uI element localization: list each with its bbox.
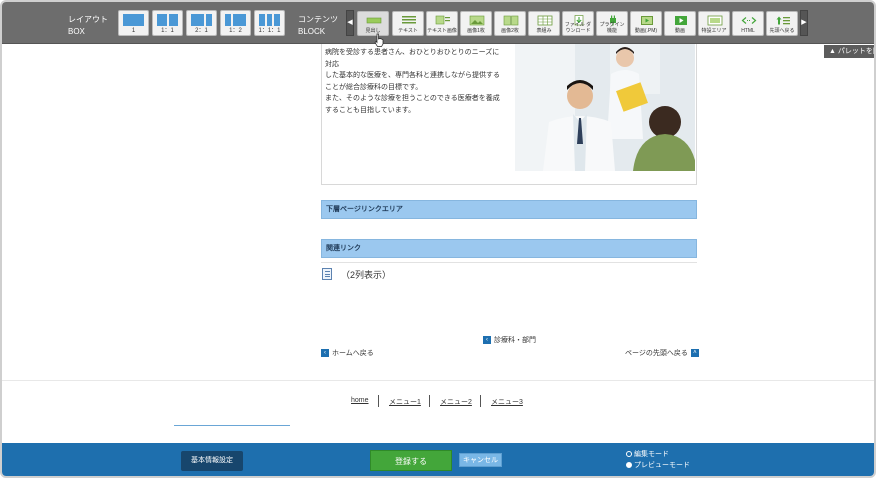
block-text-image-button[interactable]: テキスト画像 <box>426 11 458 36</box>
block-heading-button[interactable]: 見出し <box>357 11 389 36</box>
page-top-link[interactable]: ページの先頭へ戻る ˄ <box>625 349 699 358</box>
html-icon <box>741 17 757 24</box>
footer-menu-home[interactable]: home <box>351 397 369 404</box>
block-plugin-button[interactable]: プラグイン 機能 <box>596 11 628 36</box>
heading-icon <box>366 17 382 24</box>
chevron-left-icon: ‹ <box>483 336 491 345</box>
chevron-left-icon: ◀ <box>347 19 353 26</box>
layout-1-1-button[interactable]: 1：1 <box>152 10 183 36</box>
contents-label: コンテンツ <box>298 15 338 24</box>
block-video-button[interactable]: 動画 <box>664 11 696 36</box>
chevron-right-icon: ▶ <box>801 19 807 26</box>
palette-toggle-button[interactable]: ▲ パレットを閉 <box>824 45 874 58</box>
block-html-button[interactable]: HTML <box>732 11 764 36</box>
radio-selected-icon <box>626 462 632 469</box>
two-column-display-label[interactable]: （2列表示） <box>341 268 391 281</box>
layout-1-1-1-button[interactable]: 1：1：1 <box>254 10 285 36</box>
radio-unselected-icon <box>626 451 632 458</box>
document-icon <box>322 268 332 280</box>
body-text: 病院を受診する患者さん、おひとりおひとりのニーズに対応 した基本的な医療を、専門… <box>325 49 500 114</box>
layout-2-1-button[interactable]: 2：1 <box>186 10 217 36</box>
block-back-to-top-button[interactable]: 先頭へ戻る <box>766 11 798 36</box>
footer-accent-line <box>174 425 290 426</box>
lower-page-link-area-heading[interactable]: 下層ページリンクエリア <box>321 200 697 219</box>
block-image-one-button[interactable]: 画像1枚 <box>460 11 492 36</box>
scroll-right-button[interactable]: ▶ <box>800 10 808 36</box>
edit-mode-option[interactable]: 編集モード <box>626 450 669 460</box>
footer-menu-separator <box>378 395 379 407</box>
block-image-two-button[interactable]: 画像2枚 <box>494 11 526 36</box>
related-links-heading[interactable]: 関連リンク <box>321 239 697 258</box>
block-video-file-button[interactable]: 動画(.PM) <box>630 11 662 36</box>
special-area-icon <box>707 15 723 26</box>
chevron-up-icon: ˄ <box>690 349 699 358</box>
palette-toolbar: レイアウト BOX 1 1：1 2：1 1：2 1：1：1 コンテンツ BLOC… <box>2 2 874 44</box>
text-image-icon <box>435 15 450 25</box>
home-link[interactable]: ‹ ホームへ戻る <box>321 349 374 358</box>
scroll-left-button[interactable]: ◀ <box>346 10 354 36</box>
dept-link[interactable]: ‹ 診療科・部門 <box>483 336 536 345</box>
text-icon <box>402 16 416 24</box>
basic-settings-button[interactable]: 基本情報設定 <box>181 451 243 471</box>
footer-menu-separator <box>429 395 430 407</box>
hand-cursor-icon <box>374 33 384 47</box>
layout-label: レイアウト <box>68 15 108 24</box>
chevron-left-icon: ‹ <box>321 349 329 358</box>
layout-1-icon <box>123 14 144 26</box>
footer-divider <box>2 380 874 381</box>
editor-window: レイアウト BOX 1 1：1 2：1 1：2 1：1：1 コンテンツ BLOC… <box>0 0 876 478</box>
related-links-divider <box>321 262 697 263</box>
block-special-area-button[interactable]: 特設エリア <box>698 11 730 36</box>
doctor-consultation-photo <box>515 44 695 171</box>
cancel-button[interactable]: キャンセル <box>459 453 502 467</box>
video-file-icon <box>641 16 653 25</box>
back-to-top-icon <box>776 16 790 25</box>
block-label: BLOCK <box>298 27 326 36</box>
block-file-download-button[interactable]: ファイル ダウンロード <box>562 11 594 36</box>
block-text-button[interactable]: テキスト <box>392 11 424 36</box>
footer-menu-separator <box>480 395 481 407</box>
preview-mode-option[interactable]: プレビューモード <box>626 461 690 471</box>
block-table-button[interactable]: 表組み <box>528 11 560 36</box>
image-two-icon <box>503 15 519 26</box>
footer-menu-1[interactable]: メニュー1 <box>389 397 421 407</box>
video-icon <box>675 16 687 25</box>
table-icon <box>537 15 553 26</box>
save-button[interactable]: 登録する <box>370 450 452 471</box>
layout-1-button[interactable]: 1 <box>118 10 149 36</box>
box-label: BOX <box>68 27 85 36</box>
image-one-icon <box>469 15 485 26</box>
layout-1-2-button[interactable]: 1：2 <box>220 10 251 36</box>
footer-menu-3[interactable]: メニュー3 <box>491 397 523 407</box>
footer-menu-2[interactable]: メニュー2 <box>440 397 472 407</box>
